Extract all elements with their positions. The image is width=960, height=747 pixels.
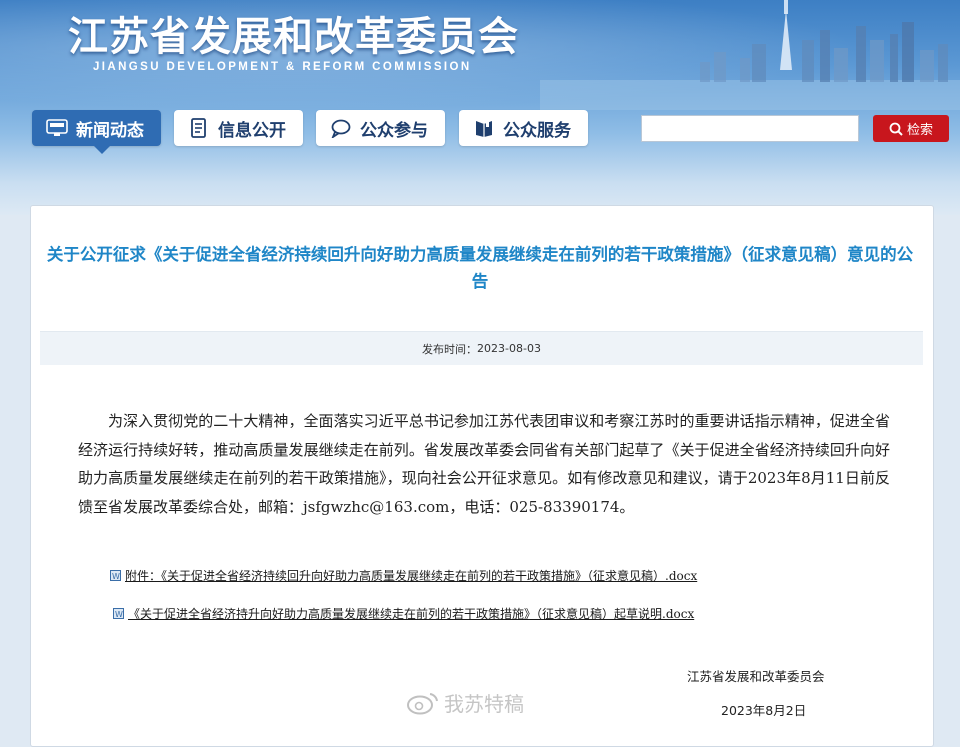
search-icon bbox=[889, 122, 903, 136]
search-button-label: 检索 bbox=[906, 123, 933, 138]
attachment-link[interactable]: W 附件：《关于促进全省经济持续回升向好助力高质量发展继续走在前列的若干政策措施… bbox=[110, 567, 697, 584]
watermark-text: 我苏特稿 bbox=[444, 692, 524, 716]
article-title: 关于公开征求《关于促进全省经济持续回升向好助力高质量发展继续走在前列的若干政策措… bbox=[46, 245, 914, 291]
nav-item-label: 公众参与 bbox=[360, 120, 428, 141]
publish-label: 发布时间： bbox=[422, 342, 478, 356]
signature-organization: 江苏省发展和改革委员会 bbox=[687, 669, 825, 684]
publish-date: 2023-08-03 bbox=[477, 342, 541, 355]
nav-item-info-disclosure[interactable]: 信息公开 bbox=[174, 110, 303, 146]
search-input[interactable] bbox=[641, 115, 859, 142]
chat-icon bbox=[330, 117, 352, 139]
nav-item-public-participation[interactable]: 公众参与 bbox=[316, 110, 445, 146]
attachment-link[interactable]: W 《关于促进全省经济持升向好助力高质量发展继续走在前列的若干政策措施》（征求意… bbox=[113, 605, 694, 622]
attachment-link-label: 《关于促进全省经济持升向好助力高质量发展继续走在前列的若干政策措施》（征求意见稿… bbox=[128, 607, 695, 621]
nav-item-news[interactable]: 新闻动态 bbox=[32, 110, 161, 154]
publish-info-bar: 发布时间： 2023-08-03 bbox=[40, 331, 923, 365]
weibo-icon bbox=[407, 692, 438, 714]
nav-item-label: 信息公开 bbox=[218, 120, 286, 141]
document-icon bbox=[188, 117, 210, 139]
nav-item-public-service[interactable]: 公众服务 bbox=[459, 110, 588, 146]
nav-item-label: 公众服务 bbox=[503, 120, 571, 141]
header-banner: 江苏省发展和改革委员会 JIANGSU DEVELOPMENT & REFORM… bbox=[0, 0, 960, 215]
word-doc-icon: W bbox=[113, 608, 124, 619]
search-button[interactable]: 检索 bbox=[873, 115, 949, 142]
site-title: 江苏省发展和改革委员会 bbox=[68, 14, 519, 60]
site-subtitle: JIANGSU DEVELOPMENT & REFORM COMMISSION bbox=[93, 61, 472, 73]
signature-date: 2023年8月2日 bbox=[721, 703, 807, 718]
news-icon bbox=[46, 117, 68, 139]
book-icon bbox=[473, 117, 495, 139]
word-doc-icon: W bbox=[110, 570, 121, 581]
article-body: 为深入贯彻党的二十大精神，全面落实习近平总书记参加江苏代表团审议和考察江苏时的重… bbox=[78, 412, 890, 516]
nav-item-label: 新闻动态 bbox=[76, 120, 144, 141]
city-skyline-image bbox=[540, 0, 960, 110]
watermark: 我苏特稿 bbox=[406, 688, 524, 717]
svg-text:W: W bbox=[112, 572, 120, 581]
attachment-link-label: 附件：《关于促进全省经济持续回升向好助力高质量发展继续走在前列的若干政策措施》（… bbox=[125, 569, 698, 583]
svg-text:W: W bbox=[115, 610, 123, 619]
